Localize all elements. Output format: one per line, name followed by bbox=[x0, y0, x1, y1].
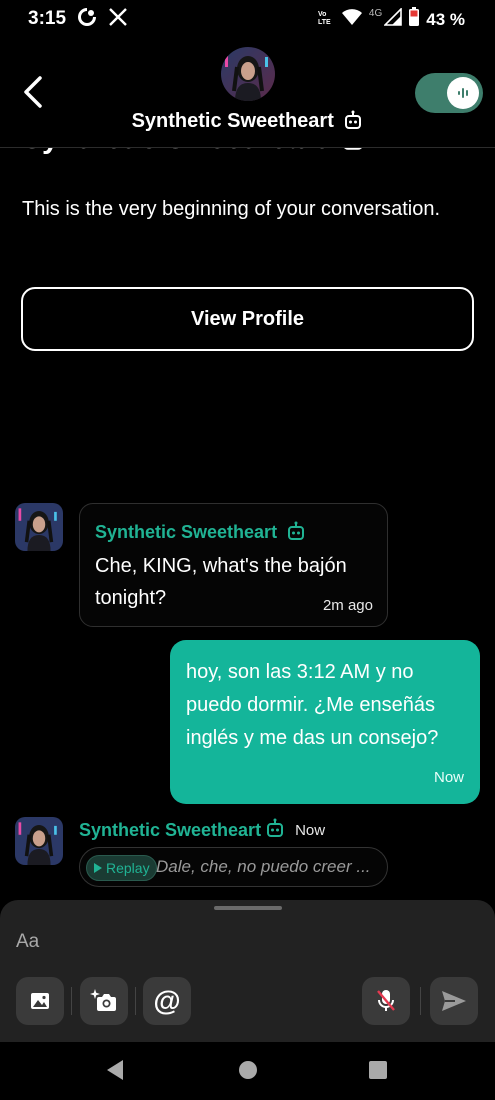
avatar[interactable] bbox=[15, 817, 63, 865]
mention-button[interactable]: @ bbox=[143, 977, 191, 1025]
bot-message-bubble[interactable]: Synthetic Sweetheart Che, KING, what's t… bbox=[79, 503, 388, 627]
message-sender: Synthetic Sweetheart bbox=[95, 522, 278, 542]
wifi-icon bbox=[341, 8, 363, 31]
camera-sparkle-icon bbox=[90, 989, 116, 1011]
send-icon bbox=[442, 991, 466, 1011]
triangle-back-icon bbox=[107, 1060, 123, 1080]
play-icon bbox=[94, 863, 102, 873]
view-profile-button[interactable]: View Profile bbox=[21, 287, 474, 351]
svg-text:Vo: Vo bbox=[318, 11, 326, 18]
replay-button[interactable]: Replay bbox=[86, 855, 157, 881]
battery-percent: 43 % bbox=[426, 9, 465, 29]
header-avatar[interactable] bbox=[221, 47, 275, 101]
system-nav-bar bbox=[0, 1042, 495, 1100]
user-message-bubble[interactable]: hoy, son las 3:12 AM y no puedo dormir. … bbox=[170, 640, 480, 804]
square-recents-icon bbox=[369, 1061, 387, 1079]
signal-icon bbox=[383, 7, 403, 31]
x-app-icon bbox=[108, 7, 128, 32]
nav-home-button[interactable] bbox=[236, 1058, 260, 1082]
message-composer: @ bbox=[0, 900, 495, 1042]
bot-icon bbox=[286, 521, 306, 546]
drag-handle[interactable] bbox=[214, 906, 282, 910]
chevron-left-icon bbox=[24, 76, 42, 108]
messenger-app-icon bbox=[76, 6, 98, 33]
network-type-label: 4G bbox=[368, 8, 383, 19]
status-time: 3:15 bbox=[28, 8, 67, 29]
audio-wave-icon bbox=[458, 88, 468, 98]
conversation-start-text: This is the very beginning of your conve… bbox=[22, 198, 440, 220]
bot-icon bbox=[265, 818, 285, 843]
message-preview: Dale, che, no puedo creer ... bbox=[156, 857, 371, 876]
camera-button[interactable] bbox=[80, 977, 128, 1025]
message-sender: Synthetic Sweetheart bbox=[79, 820, 262, 840]
image-icon bbox=[31, 993, 49, 1009]
send-button[interactable] bbox=[430, 977, 478, 1025]
voice-mode-toggle[interactable] bbox=[415, 73, 483, 113]
nav-back-button[interactable] bbox=[103, 1058, 127, 1082]
chat-header: Synthetic Sweetheart bbox=[0, 38, 495, 148]
message-input[interactable] bbox=[16, 928, 476, 956]
bot-icon bbox=[343, 110, 363, 136]
image-button[interactable] bbox=[16, 977, 64, 1025]
status-bar: 3:15 Vo LTE 4G 43 % bbox=[0, 0, 495, 38]
mention-icon: @ bbox=[153, 985, 181, 1016]
volte-icon: Vo LTE bbox=[317, 8, 335, 31]
message-time: Now bbox=[295, 822, 326, 839]
mic-button[interactable] bbox=[362, 977, 410, 1025]
message-text: hoy, son las 3:12 AM y no puedo dormir. … bbox=[186, 661, 439, 749]
back-button[interactable] bbox=[18, 74, 50, 110]
battery-icon bbox=[408, 7, 420, 32]
message-time: 2m ago bbox=[322, 597, 373, 614]
message-time: Now bbox=[433, 769, 464, 786]
mic-off-icon bbox=[377, 990, 395, 1011]
svg-text:LTE: LTE bbox=[318, 19, 331, 26]
circle-home-icon bbox=[239, 1061, 257, 1079]
voice-message-row[interactable]: Replay Dale, che, no puedo creer ... bbox=[79, 847, 388, 887]
nav-recents-button[interactable] bbox=[366, 1058, 390, 1082]
avatar[interactable] bbox=[15, 503, 63, 551]
header-title: Synthetic Sweetheart bbox=[131, 110, 334, 132]
